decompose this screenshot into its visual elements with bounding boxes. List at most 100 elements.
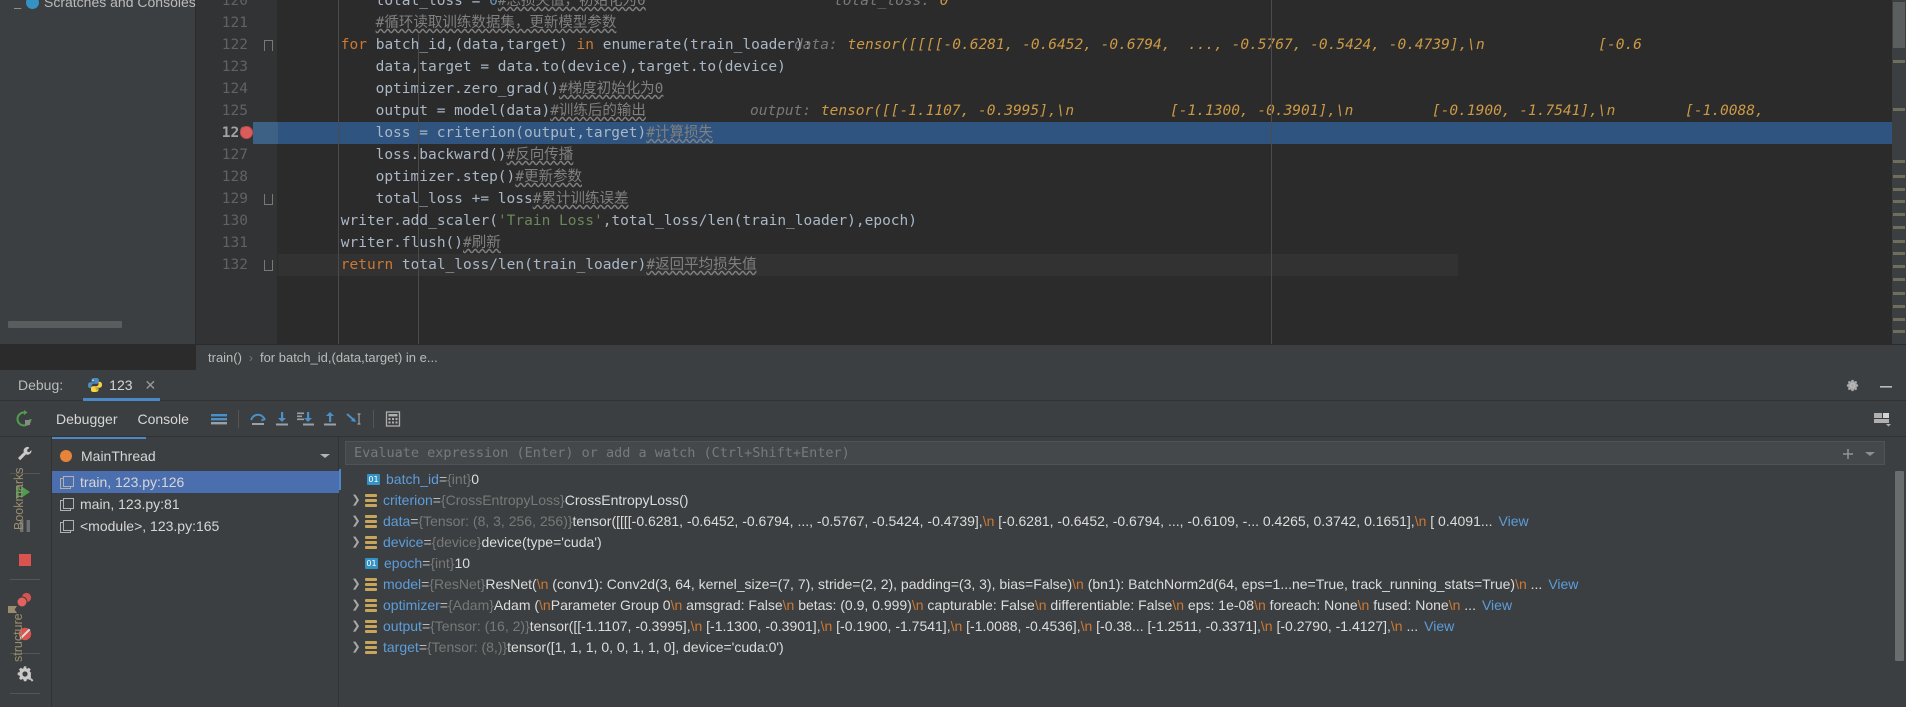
step-over-icon[interactable] [246,407,270,431]
add-watch-icon[interactable] [1842,448,1854,460]
code-line[interactable]: loss.backward()#反向传播 [376,144,574,166]
evaluate-actions [1842,442,1876,466]
variables-list[interactable]: ❯01batch_id = {int} 0❯criterion = {Cross… [339,469,1906,707]
object-icon [365,515,377,528]
frames-active-indicator [52,437,146,439]
layout-icon[interactable] [207,407,231,431]
variable-name: batch_id [386,471,439,487]
code-line[interactable]: total_loss += loss#累计训练误差 [376,188,629,210]
code-fold-expand-icon[interactable] [264,194,273,205]
code-line[interactable]: writer.flush()#刷新 [341,232,501,254]
expand-chevron-icon[interactable]: ❯ [349,637,363,658]
project-item-scratches[interactable]: Scratches and Consoles [26,0,196,10]
frame-label: main, 123.py:81 [80,496,180,512]
code-line[interactable]: loss = criterion(output,target)#计算损失 [376,122,713,144]
variable-row[interactable]: ❯ target = {Tensor: (8,)} tensor([1, 1, 1… [339,637,1906,658]
chevron-right-icon: › [248,350,253,365]
inline-debug-value[interactable]: tensor([[[[-0.6281, -0.6452, -0.6794, ..… [848,34,1642,56]
variable-value: CrossEntropyLoss() [564,492,689,508]
variable-equals: = [438,471,448,487]
editor-area: – Scratches and Consoles total_loss = 0#… [0,0,1906,370]
frame-row[interactable]: train, 123.py:126 [52,471,339,493]
expand-chevron-icon[interactable]: ❯ [349,616,363,637]
int-icon: 01 [367,474,380,485]
thread-selector[interactable]: MainThread [52,443,339,469]
expand-chevron-icon[interactable]: ❯ [349,490,363,511]
expand-chevron-icon[interactable]: ❯ [349,532,363,553]
object-icon [365,641,377,654]
variables-vertical-scrollbar[interactable] [1895,471,1904,661]
indent-guide [338,0,339,344]
run-to-cursor-icon[interactable] [342,407,366,431]
chevron-down-icon[interactable] [319,452,331,460]
view-tensor-link[interactable]: View [1499,511,1529,532]
frame-row[interactable]: main, 123.py:81 [52,493,339,515]
variable-row[interactable]: ❯01batch_id = {int} 0 [339,469,1906,490]
breadcrumb[interactable]: train() › for batch_id,(data,target) in … [196,344,1906,370]
expand-chevron-icon[interactable]: ❯ [349,595,363,616]
code-line[interactable]: for batch_id,(data,target) in enumerate(… [341,34,812,56]
sidebar-structure-label[interactable]: structure [11,582,25,662]
debug-session-tab[interactable]: 123 ✕ [83,370,161,401]
editor-scrollbar-rail[interactable] [1892,0,1906,344]
variable-row[interactable]: ❯ data = {Tensor: (8, 3, 256, 256)} tenso… [339,511,1906,532]
code-token: in [576,37,603,53]
expand-chevron-icon[interactable]: ❯ [349,511,363,532]
variable-row[interactable]: ❯ output = {Tensor: (16, 2)} tensor([[-1.… [339,616,1906,637]
step-into-icon[interactable] [270,407,294,431]
breadcrumb-function[interactable]: train() [208,350,242,365]
code-line[interactable]: total_loss = 0#总损失值，初始化为0 [376,0,646,12]
minimize-icon[interactable] [1878,379,1894,393]
calculator-icon[interactable] [381,407,405,431]
evaluate-expression-input[interactable]: Evaluate expression (Enter) or add a wat… [345,441,1885,465]
newline-escape: \n [950,618,963,634]
expand-chevron-icon[interactable]: ❯ [349,574,363,595]
stop-icon[interactable] [12,547,38,573]
view-tensor-link[interactable]: View [1482,595,1512,616]
code-line[interactable]: #循环读取训练数据集，更新模型参数 [376,12,617,34]
code-line[interactable]: optimizer.step()#更新参数 [376,166,582,188]
breakpoint-marker[interactable] [240,126,253,139]
debugger-toolbar: Debugger Console [0,401,1906,437]
view-tensor-link[interactable]: View [1424,616,1454,637]
variable-value: tensor([[[[-0.6281, -0.6452, -0.6794, ..… [572,513,1493,529]
code-token: data,target = data.to(device),target.to(… [375,59,786,75]
code-line[interactable]: writer.add_scaler('Train Loss',total_los… [341,210,917,232]
inline-debug-value[interactable]: tensor([[-1.1107, -0.3995],\n [-1.1300, … [821,100,1764,122]
chevron-down-icon[interactable] [1864,450,1876,458]
frame-row[interactable]: <module>, 123.py:165 [52,515,339,537]
variable-row[interactable]: ❯ optimizer = {Adam} Adam (\nParameter Gr… [339,595,1906,616]
code-fold-expand-icon[interactable] [264,260,273,271]
view-tensor-link[interactable]: View [1548,574,1578,595]
line-number: 121 [221,15,248,31]
project-horizontal-scrollbar[interactable] [8,321,122,328]
variable-row[interactable]: ❯ model = {ResNet} ResNet(\n (conv1): Con… [339,574,1906,595]
editor-vertical-scrollbar[interactable] [1893,2,1905,48]
code-line[interactable]: return total_loss/len(train_loader)#返回平均… [341,254,757,276]
newline-escape: \n [782,597,795,613]
code-fold-collapse-icon[interactable] [264,40,273,51]
variable-row[interactable]: ❯01epoch = {int} 10 [339,553,1906,574]
code-line[interactable]: output = model(data)#训练后的输出 [376,100,646,122]
step-out-icon[interactable] [318,407,342,431]
bookmark-flag-icon [6,603,20,617]
code-line[interactable]: data,target = data.to(device),target.to(… [376,56,786,78]
tab-debugger[interactable]: Debugger [46,411,128,427]
variable-row[interactable]: ❯ device = {device} device(type='cuda') [339,532,1906,553]
gear-icon[interactable] [1845,378,1860,393]
variable-value: Adam (\nParameter Group 0\n amsgrad: Fal… [493,597,1476,613]
force-step-into-icon[interactable] [294,407,318,431]
tab-console[interactable]: Console [128,411,199,427]
project-tool-window[interactable]: – Scratches and Consoles [0,0,196,344]
restore-layout-icon[interactable] [1872,410,1892,428]
inline-debug-value[interactable]: 0 [940,0,949,12]
code-viewport[interactable]: total_loss = 0#总损失值，初始化为0 total_loss: 0 #循环… [278,0,1906,344]
sidebar-bookmarks-label[interactable]: Bookmarks [12,440,26,530]
tree-collapse-toggle[interactable]: – [14,0,21,15]
settings-gear-icon[interactable] [12,661,38,687]
close-icon[interactable]: ✕ [145,377,157,394]
breadcrumb-context[interactable]: for batch_id,(data,target) in e... [260,350,438,365]
inline-debug-label: data: [794,37,838,53]
rerun-icon[interactable] [12,407,36,431]
variable-row[interactable]: ❯ criterion = {CrossEntropyLoss} CrossEnt… [339,490,1906,511]
